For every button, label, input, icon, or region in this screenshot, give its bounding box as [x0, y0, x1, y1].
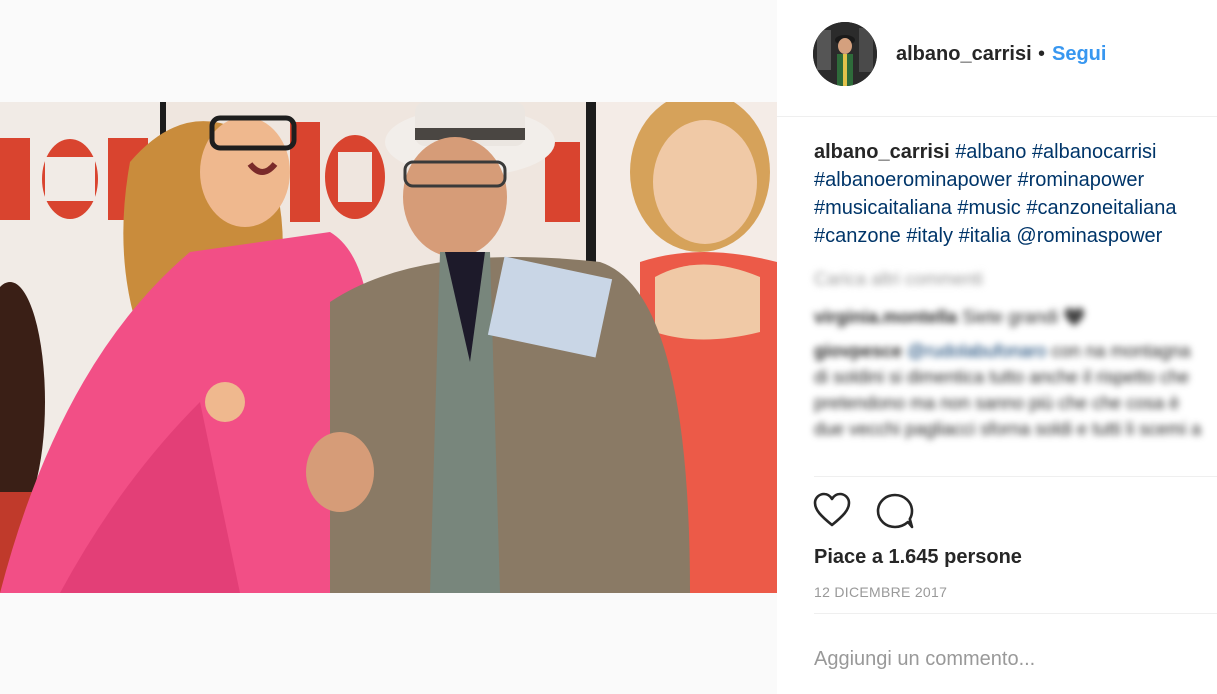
username-link[interactable]: albano_carrisi [896, 43, 1032, 66]
speech-bubble-icon[interactable] [875, 492, 915, 530]
caption-username[interactable]: albano_carrisi [814, 141, 950, 163]
post-date[interactable]: 12 DICEMBRE 2017 [814, 584, 947, 600]
follow-button[interactable]: Segui [1052, 43, 1106, 66]
post-media-area [0, 0, 777, 694]
hashtag[interactable]: #italia [959, 225, 1011, 247]
hashtag[interactable]: #rominapower [1017, 169, 1144, 191]
add-comment-input[interactable] [814, 644, 1204, 674]
hashtag[interactable]: #music [957, 197, 1020, 219]
hashtag[interactable]: #albanocarrisi [1032, 141, 1157, 163]
hashtag[interactable]: #italy [906, 225, 953, 247]
hashtag[interactable]: #albano [955, 141, 1026, 163]
divider [814, 613, 1217, 614]
avatar-image [813, 22, 877, 86]
hashtag[interactable]: #canzoneitaliana [1026, 197, 1176, 219]
comment-item: virginia.montella Siete grandi 🖤 [814, 304, 1204, 330]
post-photo[interactable] [0, 102, 777, 593]
comment-username[interactable]: giovpesce [814, 341, 902, 361]
comment-mention[interactable]: @rudolabufonaro [907, 341, 1046, 361]
heart-outline-icon[interactable] [813, 492, 851, 528]
avatar[interactable] [813, 22, 877, 86]
comment-username[interactable]: virginia.montella [814, 307, 957, 327]
separator-dot: • [1038, 43, 1046, 65]
mention[interactable]: @rominaspower [1016, 225, 1162, 247]
divider [814, 476, 1217, 477]
post-caption: albano_carrisi #albano #albanocarrisi #a… [814, 138, 1210, 250]
comment-text: Siete grandi 🖤 [962, 307, 1086, 327]
post-header: albano_carrisi • Segui [777, 0, 1217, 117]
comment-item: giovpesce @rudolabufonaro con na montagn… [814, 338, 1204, 442]
hashtag[interactable]: #albanoerominapower [814, 169, 1012, 191]
hashtag[interactable]: #canzone [814, 225, 901, 247]
post-photo-illustration [0, 102, 777, 593]
comments-list: Carica altri commenti virginia.montella … [814, 266, 1204, 476]
post-side-panel: albano_carrisi • Segui albano_carrisi #a… [777, 0, 1217, 694]
load-more-comments-button[interactable]: Carica altri commenti [814, 266, 1204, 292]
hashtag[interactable]: #musicaitaliana [814, 197, 952, 219]
likes-count[interactable]: Piace a 1.645 persone [814, 546, 1022, 569]
